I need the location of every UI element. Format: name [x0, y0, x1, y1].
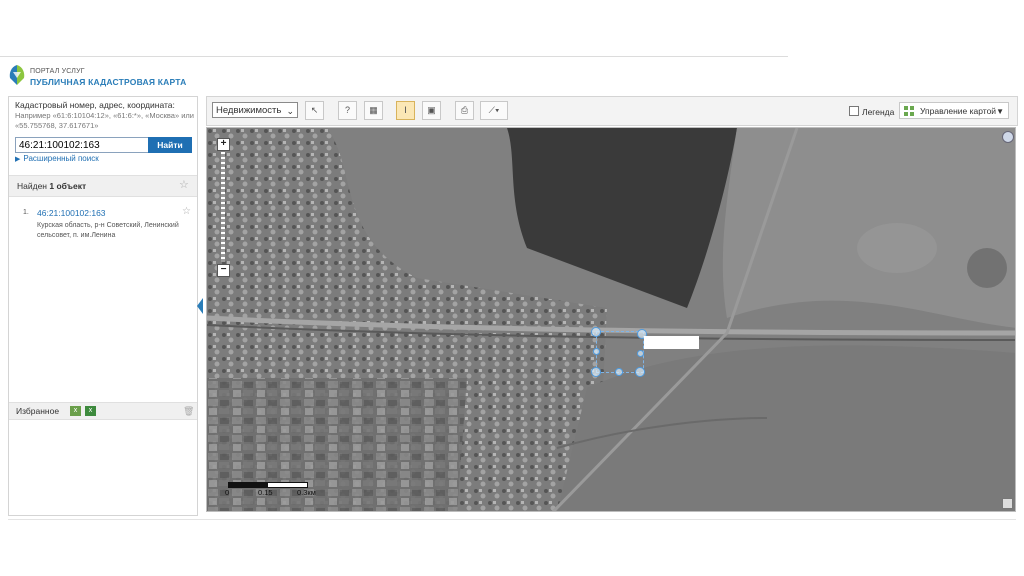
legend-toggle[interactable]: Легенда [849, 106, 894, 117]
scale-bar: 0 0.15 0.3км [225, 480, 345, 502]
map-control-label: Управление картой [920, 106, 997, 116]
results-header: Найден 1 объект ☆ [9, 175, 197, 197]
star-icon[interactable]: ☆ [182, 206, 191, 217]
building-tool-icon[interactable]: ▣ [422, 101, 441, 120]
selection-handle[interactable] [615, 368, 623, 376]
triangle-right-icon: ▶ [15, 156, 21, 163]
layer-select-value: Недвижимость [216, 105, 282, 116]
selection-handle[interactable] [637, 350, 644, 357]
top-divider [0, 56, 788, 57]
link-tool-icon[interactable]: ⟋▾ [480, 101, 508, 120]
chevron-down-icon: ⌄ [286, 106, 294, 116]
star-icon[interactable]: ☆ [179, 178, 189, 191]
caret-down-icon: ▼ [996, 107, 1004, 116]
zoom-control: + − [217, 138, 231, 278]
parcel-label [644, 336, 699, 349]
result-number: 1. [23, 209, 29, 216]
import-excel-icon[interactable]: x [85, 406, 96, 416]
search-example: Например «61:6:10104:12», «61:6:*», «Мос… [15, 111, 194, 130]
sidebar: Кадастровый номер, адрес, координата: На… [8, 96, 198, 516]
bottom-divider [8, 519, 1016, 520]
map-info-tool-icon[interactable]: ▦ [364, 101, 383, 120]
search-heading: Кадастровый номер, адрес, координата: [15, 100, 175, 110]
result-address: Курская область, р-н Советский, Ленински… [37, 222, 179, 239]
selection-handle[interactable] [593, 348, 600, 355]
export-excel-icon[interactable]: x [70, 406, 81, 416]
zoom-slider[interactable] [221, 152, 225, 262]
search-input[interactable] [15, 137, 151, 153]
selection-handle[interactable] [591, 367, 601, 377]
portal-logo-icon[interactable] [8, 64, 26, 86]
measure-tool-icon[interactable]: Ⅰ [396, 101, 415, 120]
print-icon[interactable]: ⎙ [455, 101, 474, 120]
legend-checkbox[interactable] [849, 106, 859, 116]
globe-icon[interactable] [1002, 131, 1014, 143]
found-suffix: объект [54, 181, 87, 191]
favorites-label: Избранное [16, 406, 60, 416]
portal-label: ПОРТАЛ УСЛУГ [30, 68, 85, 75]
identify-tool-icon[interactable]: ? [338, 101, 357, 120]
map-view[interactable]: + − 0 0.15 0.3км [206, 127, 1016, 512]
resize-corner-icon[interactable] [1002, 498, 1013, 509]
found-prefix: Найден [17, 181, 50, 191]
zoom-in-button[interactable]: + [217, 138, 230, 151]
selection-handle[interactable] [635, 367, 645, 377]
collapse-sidebar-icon[interactable] [197, 298, 203, 314]
layer-select[interactable]: Недвижимость ⌄ [212, 102, 298, 118]
page-title: ПУБЛИЧНАЯ КАДАСТРОВАЯ КАРТА [30, 77, 187, 87]
selection-handle[interactable] [591, 327, 601, 337]
scale-label-0: 0 [225, 488, 230, 497]
advanced-search-label: Расширенный поиск [23, 154, 99, 163]
advanced-search-link[interactable]: ▶ Расширенный поиск [15, 154, 99, 163]
scale-label-2: 0.3км [297, 488, 316, 497]
search-button[interactable]: Найти [148, 137, 192, 153]
scale-label-1: 0.15 [258, 488, 273, 497]
favorites-header: Избранное x x 🗑 [9, 402, 197, 420]
map-control-dropdown[interactable]: Управление картой ▼ [899, 102, 1009, 119]
legend-label: Легенда [862, 107, 895, 117]
satellite-imagery [207, 128, 1015, 511]
results-count: Найден 1 объект [17, 181, 86, 191]
map-toolbar: Недвижимость ⌄ ↖ ? ▦ Ⅰ ▣ ⎙ ⟋▾ Легенда Уп… [206, 96, 1018, 126]
trash-icon[interactable]: 🗑 [183, 406, 194, 416]
result-cadastral-link[interactable]: 46:21:100102:163 [37, 208, 106, 218]
pointer-info-tool-icon[interactable]: ↖ [305, 101, 324, 120]
layers-grid-icon [904, 106, 914, 116]
zoom-out-button[interactable]: − [217, 264, 230, 277]
